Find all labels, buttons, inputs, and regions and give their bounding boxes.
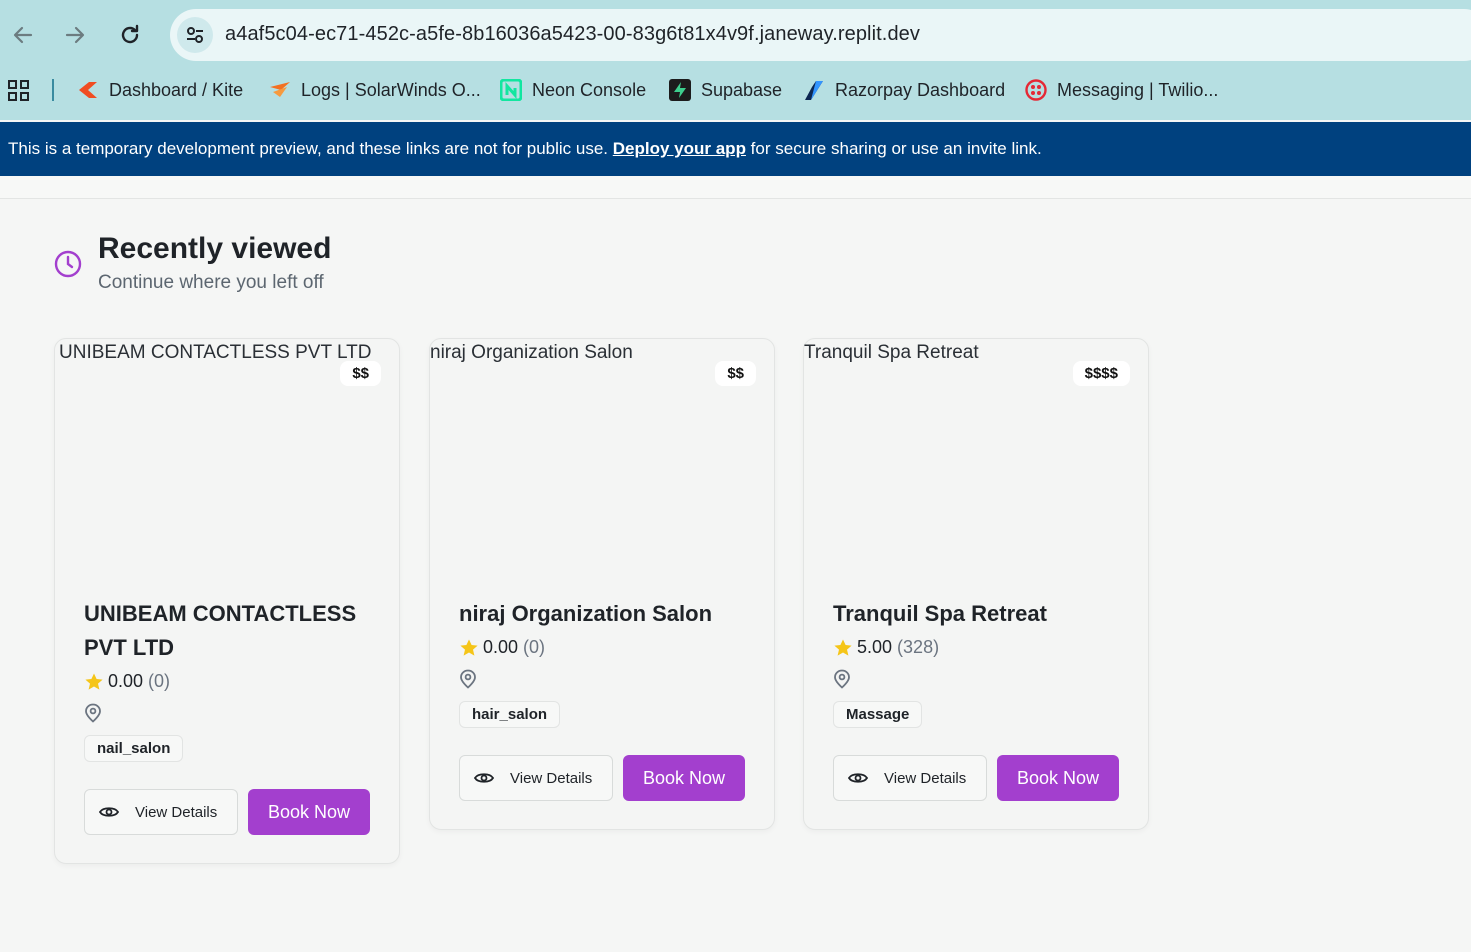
- view-details-label: View Details: [884, 769, 967, 787]
- back-button[interactable]: [8, 20, 38, 50]
- price-badge: $$: [715, 361, 756, 386]
- bookmarks-bar: Dashboard / Kite Logs | SolarWinds O... …: [0, 72, 1471, 108]
- business-name: Tranquil Spa Retreat: [833, 601, 1047, 626]
- rating: 5.00 (328): [833, 637, 939, 658]
- rating-value: 0.00: [108, 671, 144, 691]
- image-alt-text: niraj Organization Salon: [430, 342, 633, 363]
- business-card[interactable]: UNIBEAM CONTACTLESS PVT LTD $$ UNIBEAM C…: [54, 338, 400, 864]
- banner-text: This is a temporary development preview,…: [8, 139, 613, 158]
- solarwinds-icon: [269, 79, 291, 101]
- reload-icon: [121, 24, 139, 44]
- business-image: niraj Organization Salon: [430, 342, 633, 364]
- location-pin-icon: [833, 669, 851, 694]
- image-alt-text: UNIBEAM CONTACTLESS PVT LTD: [59, 342, 372, 363]
- rating: 0.00 (0): [459, 637, 545, 658]
- image-alt-text: Tranquil Spa Retreat: [804, 342, 979, 363]
- business-image: Tranquil Spa Retreat: [804, 342, 979, 364]
- bookmark-neon[interactable]: Neon Console: [500, 77, 646, 103]
- view-details-label: View Details: [510, 769, 593, 787]
- rating-value: 5.00: [857, 637, 893, 657]
- business-card[interactable]: niraj Organization Salon $$ niraj Organi…: [429, 338, 775, 830]
- business-name: niraj Organization Salon: [459, 601, 713, 626]
- review-count: (328): [897, 637, 940, 657]
- book-now-button[interactable]: Book Now: [997, 755, 1119, 801]
- bookmarks-divider: [52, 79, 54, 101]
- razorpay-icon: [803, 79, 825, 101]
- rating-value: 0.00: [483, 637, 519, 657]
- book-now-button[interactable]: Book Now: [623, 755, 745, 801]
- page-header-strip: [0, 176, 1471, 198]
- business-name: UNIBEAM CONTACTLESS PVT LTD: [84, 601, 357, 660]
- arrow-left-icon: [13, 26, 33, 44]
- location-pin-icon: [459, 669, 477, 694]
- bookmark-twilio[interactable]: Messaging | Twilio...: [1025, 77, 1218, 103]
- browser-toolbar: a4af5c04-ec71-452c-a5fe-8b16036a5423-00-…: [0, 0, 1471, 120]
- category-tag: Massage: [833, 701, 923, 728]
- dev-preview-banner: This is a temporary development preview,…: [0, 122, 1471, 176]
- bookmark-label: Neon Console: [532, 79, 647, 100]
- view-details-label: View Details: [135, 803, 218, 821]
- eye-icon: [99, 805, 119, 819]
- category-tag: nail_salon: [84, 735, 184, 762]
- price-badge: $$: [340, 361, 381, 386]
- bookmark-label: Logs | SolarWinds O...: [301, 79, 481, 100]
- tune-icon: [187, 27, 203, 43]
- bookmark-supabase[interactable]: Supabase: [669, 77, 782, 103]
- view-details-button[interactable]: View Details: [459, 755, 613, 801]
- star-icon: [834, 639, 852, 656]
- book-now-button[interactable]: Book Now: [248, 789, 370, 835]
- location-pin-icon: [84, 703, 102, 728]
- bookmark-razorpay[interactable]: Razorpay Dashboard: [803, 77, 1005, 103]
- deploy-link[interactable]: Deploy your app: [613, 139, 746, 158]
- view-details-button[interactable]: View Details: [833, 755, 987, 801]
- bookmark-label: Dashboard / Kite: [109, 79, 244, 100]
- review-count: (0): [148, 671, 171, 691]
- supabase-icon: [669, 79, 691, 101]
- apps-grid-icon[interactable]: [8, 80, 30, 107]
- bookmark-kite[interactable]: Dashboard / Kite: [77, 77, 243, 103]
- price-badge: $$$$: [1072, 361, 1130, 386]
- rating: 0.00 (0): [84, 671, 170, 692]
- business-card[interactable]: Tranquil Spa Retreat $$$$ Tranquil Spa R…: [803, 338, 1149, 830]
- bookmark-solarwinds[interactable]: Logs | SolarWinds O...: [269, 77, 481, 103]
- kite-icon: [77, 79, 99, 101]
- twilio-icon: [1025, 79, 1047, 101]
- section-title: Recently viewed: [98, 232, 332, 265]
- bookmark-label: Razorpay Dashboard: [835, 79, 1006, 100]
- banner-text-end: for secure sharing or use an invite link…: [745, 139, 1042, 158]
- eye-icon: [474, 771, 494, 785]
- star-icon: [85, 673, 103, 690]
- reload-button[interactable]: [115, 20, 145, 50]
- forward-button[interactable]: [60, 20, 90, 50]
- eye-icon: [848, 771, 868, 785]
- site-info-button[interactable]: [177, 17, 213, 53]
- clock-icon: [54, 250, 82, 283]
- category-tag: hair_salon: [459, 701, 561, 728]
- address-bar[interactable]: a4af5c04-ec71-452c-a5fe-8b16036a5423-00-…: [170, 9, 1471, 61]
- divider: [0, 198, 1471, 199]
- review-count: (0): [523, 637, 546, 657]
- star-icon: [460, 639, 478, 656]
- neon-icon: [500, 79, 522, 101]
- bookmark-label: Messaging | Twilio...: [1057, 79, 1219, 100]
- bookmark-label: Supabase: [701, 79, 783, 100]
- url-text[interactable]: a4af5c04-ec71-452c-a5fe-8b16036a5423-00-…: [225, 23, 920, 46]
- arrow-right-icon: [65, 26, 85, 44]
- view-details-button[interactable]: View Details: [84, 789, 238, 835]
- business-image: UNIBEAM CONTACTLESS PVT LTD: [59, 342, 372, 364]
- section-subtitle: Continue where you left off: [98, 272, 324, 293]
